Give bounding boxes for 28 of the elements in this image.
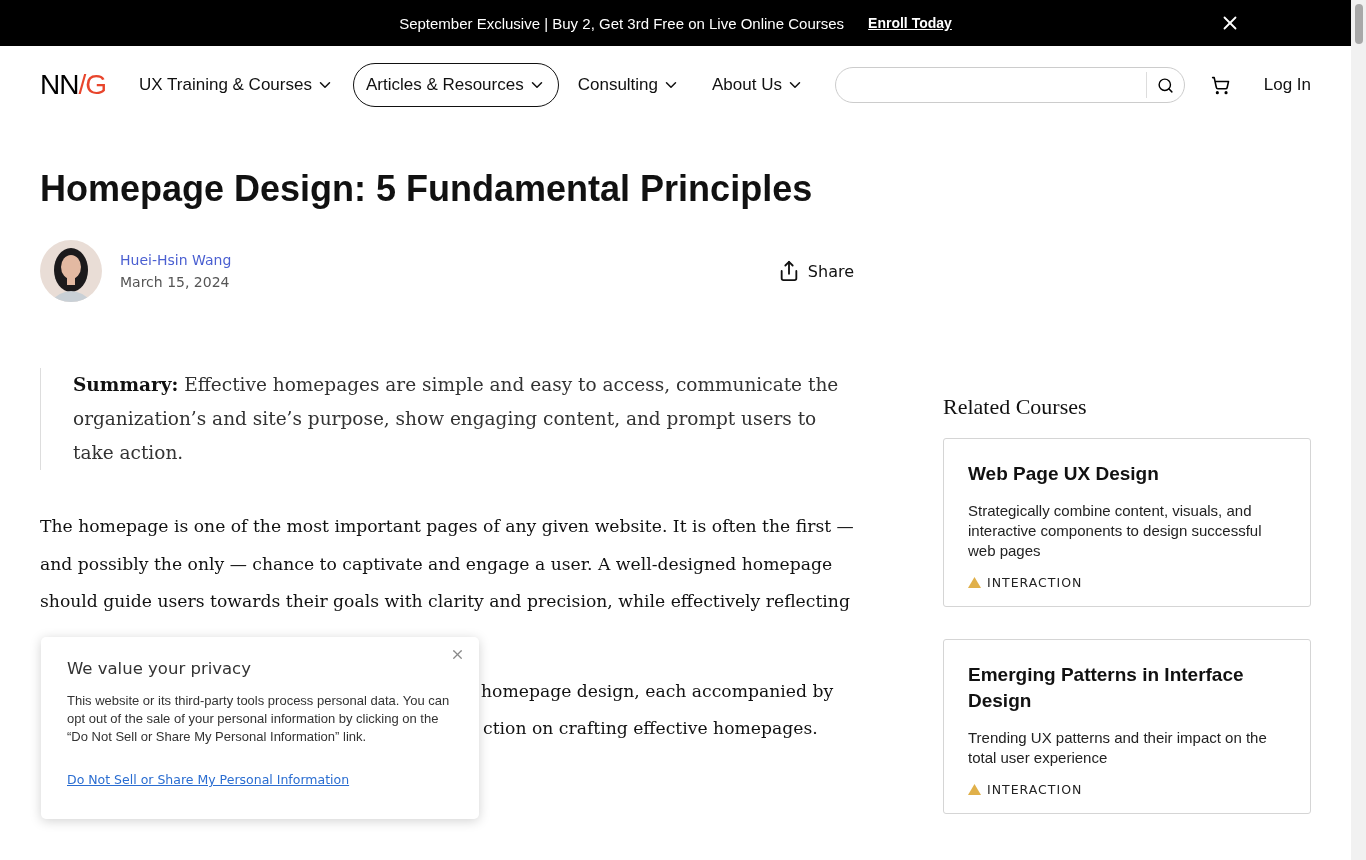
- scrollbar[interactable]: [1351, 0, 1366, 860]
- course-card[interactable]: Web Page UX Design Strategically combine content, visuals, and interactive components to design successful web pages INTERACTION: [943, 438, 1311, 607]
- promo-text: September Exclusive | Buy 2, Get 3rd Free on Live Online Courses: [399, 14, 845, 32]
- section-heading: Related Courses: [943, 394, 1088, 420]
- nav-item[interactable]: Consulting: [564, 63, 694, 107]
- summary-text: Summary: Effective homepages are simple and easy to access, communicate the organization’s and site’s purpose, show engaging content, and prompt users to take action.: [40, 368, 860, 470]
- nav-item[interactable]: UX Training & Courses: [126, 63, 347, 107]
- article-title: Homepage Design: 5 Fundamental Principles: [40, 168, 814, 210]
- privacy-link[interactable]: Do Not Sell or Share My Personal Information: [67, 772, 350, 787]
- course-tag: INTERACTION: [987, 782, 1083, 797]
- logo[interactable]: NN/G: [40, 69, 106, 101]
- course-title[interactable]: Emerging Patterns in Interface Design: [968, 662, 1286, 714]
- body-text: ction on crafting effective homepages.: [483, 716, 819, 740]
- body-paragraph: The homepage is one of the most important pages of any given website. It is often the first — and possibly the only — chance to captivate and engage a user. A well-designed homepage should guide users towards their goals with clarity and precision, while effectively reflecting: [40, 515, 855, 613]
- enroll-link[interactable]: Enroll Today: [868, 15, 952, 31]
- login-link[interactable]: Log In: [1263, 75, 1311, 95]
- course-title[interactable]: Web Page UX Design: [968, 461, 1286, 487]
- course-tag: INTERACTION: [987, 575, 1083, 590]
- course-card[interactable]: Emerging Patterns in Interface Design Trending UX patterns and their impact on the total user experience INTERACTION: [943, 639, 1311, 814]
- popup-text: This website or its third-party tools process personal data. You can opt out of the sale of your personal information by clicking on the “Do Not Sell or Share My Personal Information” link.: [67, 692, 451, 746]
- popup-title: We value your privacy: [67, 659, 252, 678]
- course-description: Strategically combine content, visuals, and interactive components to design successful web pages: [968, 501, 1263, 561]
- nav-item[interactable]: About Us: [699, 63, 817, 107]
- publish-date: March 15, 2024: [120, 274, 231, 290]
- course-description: Trending UX patterns and their impact on the total user experience: [968, 728, 1268, 768]
- share-button[interactable]: Share: [771, 259, 860, 283]
- author-link[interactable]: Huei-Hsin Wang: [120, 252, 232, 268]
- body-text: homepage design, each accompanied by: [481, 679, 835, 703]
